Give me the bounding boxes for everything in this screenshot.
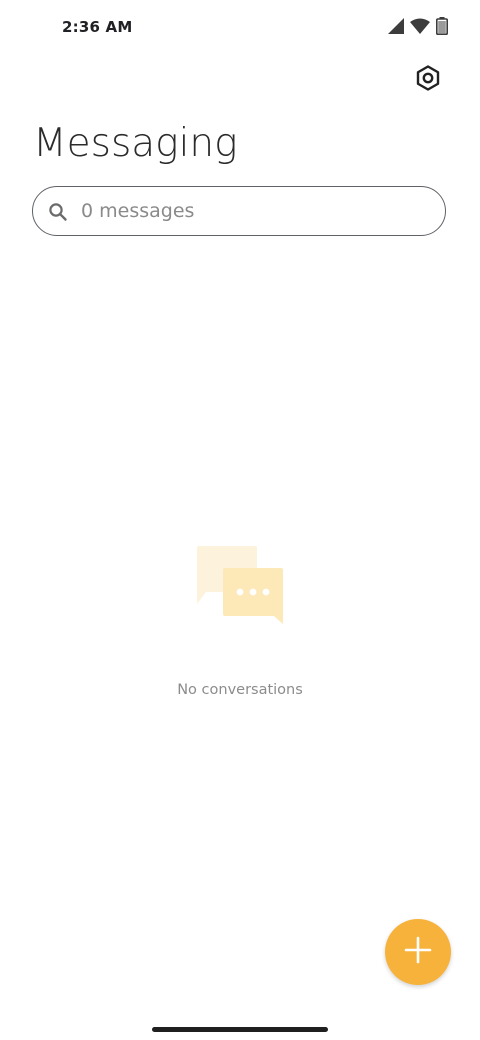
wifi-icon bbox=[410, 18, 430, 39]
page-title: Messaging bbox=[33, 121, 238, 166]
search-icon bbox=[48, 202, 68, 222]
status-bar: 2:36 AM bbox=[0, 0, 480, 56]
settings-icon bbox=[415, 64, 441, 96]
cellular-signal-icon bbox=[388, 18, 404, 39]
new-conversation-button[interactable] bbox=[385, 919, 451, 985]
status-icons bbox=[388, 17, 448, 40]
search-input[interactable] bbox=[81, 195, 421, 227]
plus-icon bbox=[404, 936, 432, 969]
empty-state-message: No conversations bbox=[177, 682, 303, 698]
settings-button[interactable] bbox=[408, 60, 448, 100]
search-bar[interactable] bbox=[32, 186, 446, 236]
chat-bubbles-icon bbox=[192, 544, 288, 628]
gesture-navigation-handle[interactable] bbox=[152, 1027, 328, 1032]
battery-icon bbox=[436, 17, 448, 40]
status-time: 2:36 AM bbox=[62, 18, 133, 36]
